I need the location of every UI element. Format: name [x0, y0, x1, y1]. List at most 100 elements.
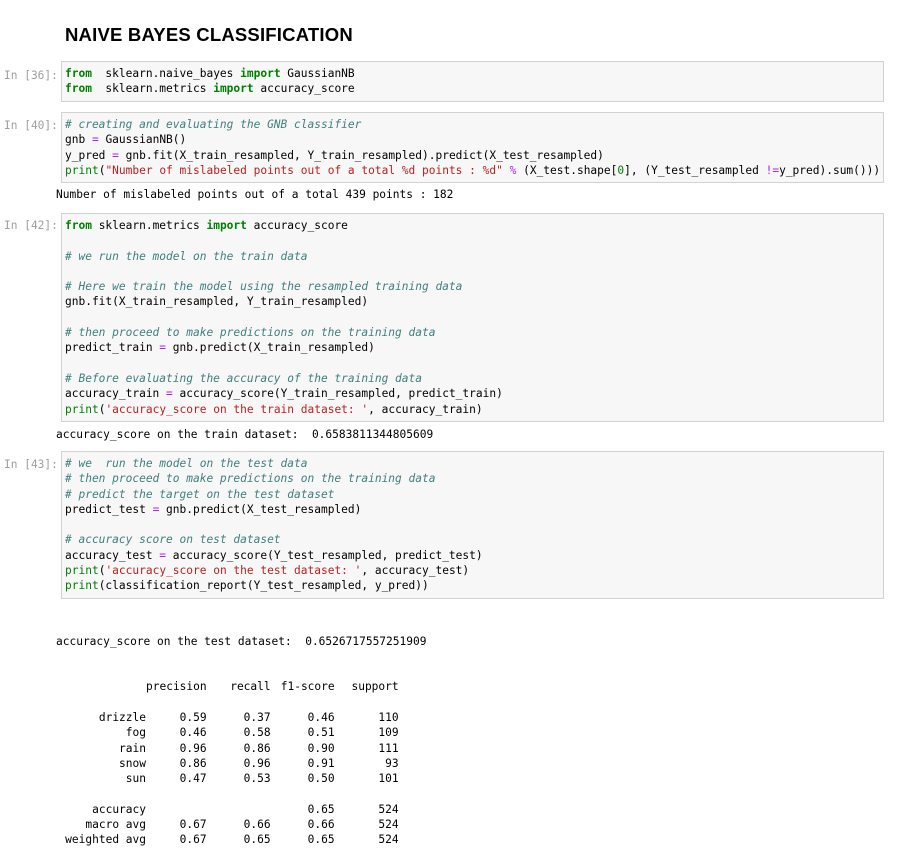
- code-line: # Here we train the model using the resa…: [65, 280, 463, 294]
- report-label: rain: [119, 741, 146, 755]
- report-summary-row: accuracy 0.65 524: [56, 802, 399, 817]
- report-value: 0.96: [243, 756, 271, 770]
- report-value: support: [351, 680, 399, 694]
- report-value: 0.51: [307, 726, 335, 740]
- code-line: print(classification_report(Y_test_resam…: [65, 579, 429, 593]
- report-label: weighted avg: [65, 833, 146, 847]
- report-value: 0.91: [307, 756, 335, 770]
- report-value: 0.46: [307, 711, 335, 725]
- report-row: sun 0.47 0.53 0.50 101: [56, 771, 399, 786]
- code-line: gnb = GaussianNB(): [65, 133, 187, 147]
- cell-prompt-42: In [42]:: [4, 219, 58, 232]
- report-value: 0.66: [307, 818, 335, 832]
- report-value: 0.65: [307, 802, 335, 816]
- report-value: 109: [378, 726, 399, 740]
- code-cell-43[interactable]: # we run the model on the test data # the…: [61, 451, 884, 599]
- report-value: precision: [146, 680, 207, 694]
- output-line: accuracy_score on the train dataset: 0.6…: [56, 428, 434, 441]
- report-summary-row: macro avg 0.67 0.66 0.66 524: [56, 817, 399, 832]
- code-cell-36[interactable]: from sklearn.naive_bayes import Gaussian…: [61, 61, 884, 102]
- code-line: # creating and evaluating the GNB classi…: [65, 118, 362, 131]
- cell-output-42: accuracy_score on the train dataset: 0.6…: [56, 427, 433, 442]
- report-value: 0.86: [243, 741, 271, 755]
- report-row: drizzle 0.59 0.37 0.46 110: [56, 710, 399, 725]
- report-value: 0.66: [243, 818, 271, 832]
- report-label: accuracy: [92, 802, 146, 816]
- report-value: recall: [230, 680, 271, 694]
- report-value: 110: [378, 711, 399, 725]
- report-value: 0.65: [243, 833, 271, 847]
- report-value: 0.67: [179, 833, 207, 847]
- code-line: gnb.fit(X_train_resampled, Y_train_resam…: [65, 295, 369, 309]
- report-value: 101: [378, 772, 399, 786]
- report-value: 524: [378, 802, 399, 816]
- report-label: drizzle: [98, 711, 146, 725]
- code-line: from sklearn.metrics import accuracy_sco…: [65, 219, 348, 232]
- code-cell-42[interactable]: from sklearn.metrics import accuracy_sco…: [61, 213, 884, 422]
- code-line: # we run the model on the train data: [65, 249, 308, 263]
- cell-output-43: accuracy_score on the test dataset: 0.65…: [56, 603, 426, 863]
- report-value: 0.58: [243, 726, 271, 740]
- code-line: # we run the model on the test data: [65, 457, 308, 470]
- report-value: 0.67: [179, 818, 207, 832]
- code-line: # Before evaluating the accuracy of the …: [65, 371, 422, 385]
- report-header-row: precision recall f1-score support: [56, 679, 399, 694]
- report-row: fog 0.46 0.58 0.51 109: [56, 725, 399, 740]
- cell-prompt-43: In [43]:: [4, 458, 58, 471]
- code-line: print('accuracy_score on the train datas…: [65, 402, 483, 416]
- code-line: from sklearn.naive_bayes import Gaussian…: [65, 67, 355, 80]
- code-line: y_pred = gnb.fit(X_train_resampled, Y_tr…: [65, 148, 604, 162]
- code-line: print('accuracy_score on the test datase…: [65, 564, 470, 578]
- cell-output-40: Number of mislabeled points out of a tot…: [56, 187, 453, 202]
- report-value: 0.37: [243, 711, 271, 725]
- page-title: NAIVE BAYES CLASSIFICATION: [65, 24, 353, 45]
- code-line: print("Number of mislabeled points out o…: [65, 163, 881, 177]
- report-value: 111: [378, 741, 399, 755]
- code-line: from sklearn.metrics import accuracy_sco…: [65, 82, 355, 96]
- output-line: Number of mislabeled points out of a tot…: [56, 188, 454, 201]
- code-line: predict_train = gnb.predict(X_train_resa…: [65, 341, 375, 355]
- report-value: 0.50: [307, 772, 335, 786]
- code-line: # then proceed to make predictions on th…: [65, 326, 436, 340]
- code-line: accuracy_test = accuracy_score(Y_test_re…: [65, 548, 483, 562]
- classification-report: precision recall f1-score support drizzle 0.5…: [56, 679, 399, 847]
- report-row: rain 0.96 0.86 0.90 111: [56, 741, 399, 756]
- code-cell-40[interactable]: # creating and evaluating the GNB classi…: [61, 112, 884, 183]
- report-value: [207, 802, 271, 817]
- report-value: 0.96: [179, 741, 207, 755]
- report-spacer: [56, 787, 399, 802]
- report-value: 0.47: [179, 772, 207, 786]
- code-line: accuracy_train = accuracy_score(Y_train_…: [65, 387, 503, 401]
- report-value: f1-score: [280, 680, 335, 694]
- report-label: fog: [125, 726, 146, 740]
- report-value: 0.46: [179, 726, 207, 740]
- report-value: 0.53: [243, 772, 271, 786]
- code-line: # accuracy score on test dataset: [65, 533, 281, 547]
- report-label: snow: [119, 756, 146, 770]
- code-line: # then proceed to make predictions on th…: [65, 472, 436, 486]
- cell-prompt-40: In [40]:: [4, 119, 58, 132]
- report-value: 0.65: [307, 833, 335, 847]
- output-line: accuracy_score on the test dataset: 0.65…: [56, 634, 427, 648]
- report-value: 0.86: [179, 756, 207, 770]
- cell-prompt-36: In [36]:: [4, 69, 58, 82]
- report-value: 524: [378, 818, 399, 832]
- report-value: 524: [378, 833, 399, 847]
- report-label: sun: [125, 772, 146, 786]
- report-value: 0.59: [179, 711, 207, 725]
- report-label: [56, 679, 146, 694]
- report-value: [146, 802, 207, 817]
- report-label: macro avg: [85, 818, 146, 832]
- report-summary-row: weighted avg 0.67 0.65 0.65 524: [56, 832, 399, 847]
- code-line: # predict the target on the test dataset: [65, 487, 335, 501]
- code-line: predict_test = gnb.predict(X_test_resamp…: [65, 502, 362, 516]
- report-spacer: [56, 695, 399, 710]
- report-value: 0.90: [307, 741, 335, 755]
- report-value: 93: [385, 756, 399, 770]
- report-row: snow 0.86 0.96 0.91 93: [56, 756, 399, 771]
